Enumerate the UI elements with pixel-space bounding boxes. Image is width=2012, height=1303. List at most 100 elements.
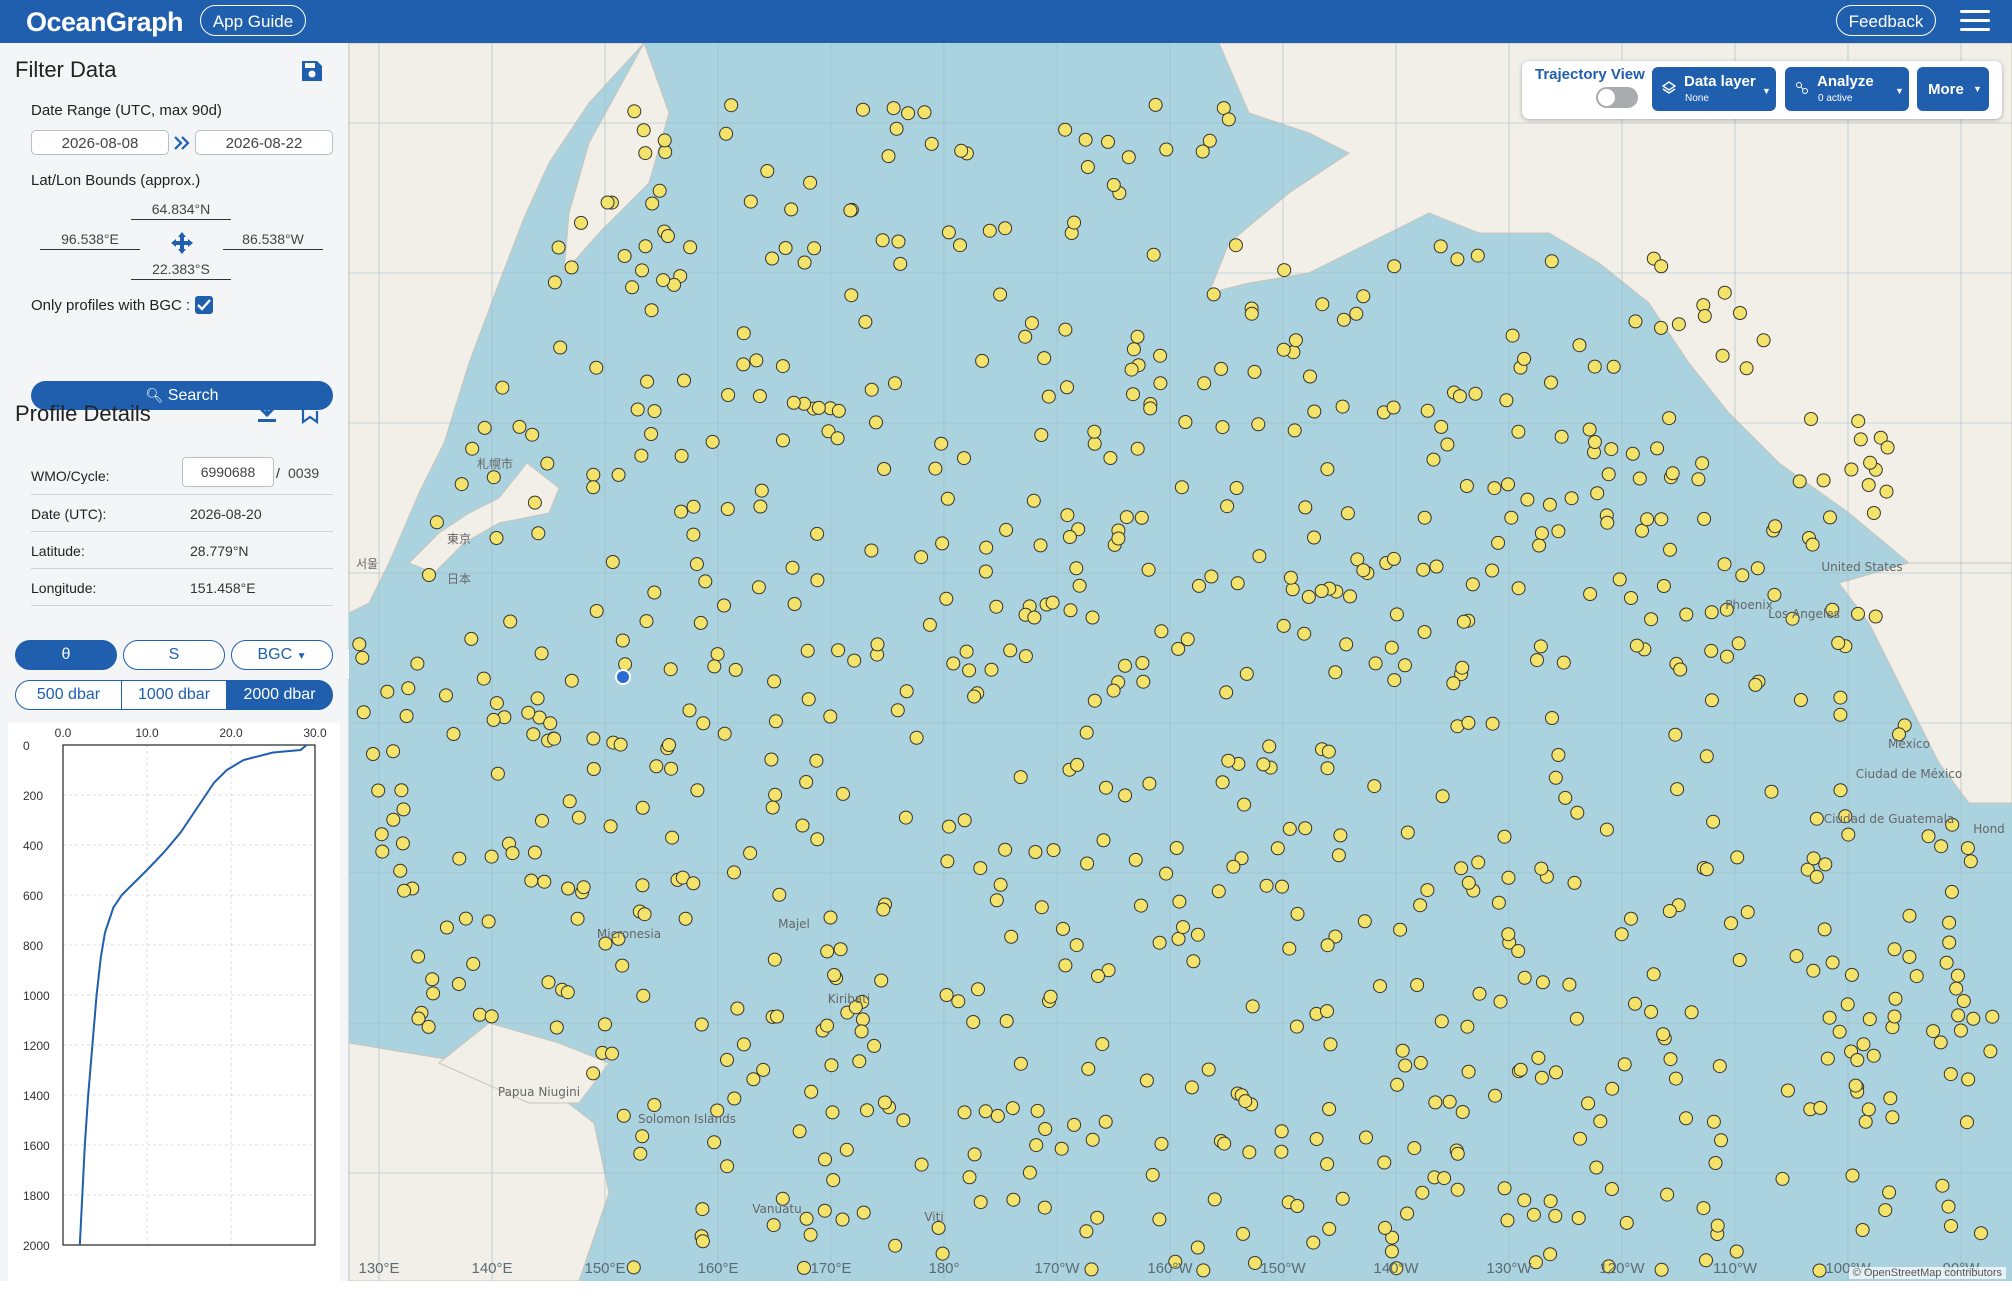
float-marker[interactable] [1822,1010,1837,1025]
float-marker[interactable] [1556,655,1571,670]
float-marker[interactable] [421,1019,436,1034]
float-marker[interactable] [1413,898,1428,913]
float-marker[interactable] [998,221,1013,236]
bgc-only-checkbox[interactable] [195,296,213,314]
float-marker[interactable] [1417,625,1432,639]
float-marker[interactable] [1851,606,1865,621]
float-marker[interactable] [1152,935,1167,950]
float-marker[interactable] [1951,1008,1966,1023]
float-marker[interactable] [375,844,390,859]
float-marker[interactable] [858,314,873,329]
float-marker[interactable] [784,202,799,217]
float-marker[interactable] [835,1212,850,1227]
float-marker[interactable] [768,714,783,729]
float-marker[interactable] [1058,958,1073,973]
float-marker[interactable] [1124,362,1139,377]
float-marker[interactable] [1228,238,1243,253]
float-marker[interactable] [393,863,408,878]
float-marker[interactable] [1085,610,1100,625]
float-marker[interactable] [1219,685,1234,700]
float-marker[interactable] [1902,908,1917,923]
float-marker[interactable] [1356,289,1371,304]
float-marker[interactable] [971,982,985,997]
float-marker[interactable] [720,1159,735,1174]
float-marker[interactable] [1407,1141,1422,1156]
float-marker[interactable] [1320,938,1335,953]
float-marker[interactable] [999,1014,1014,1028]
float-marker[interactable] [826,1173,841,1188]
float-marker[interactable] [1564,491,1579,506]
float-marker[interactable] [1654,259,1669,274]
float-marker[interactable] [537,874,552,889]
float-marker[interactable] [1697,309,1712,323]
float-marker[interactable] [809,753,824,768]
float-marker[interactable] [1274,1144,1289,1159]
float-marker[interactable] [817,1203,832,1218]
float-marker[interactable] [1446,676,1461,691]
float-marker[interactable] [775,359,790,374]
float-marker[interactable] [941,225,956,240]
float-marker[interactable] [665,830,680,845]
float-marker[interactable] [1320,462,1335,477]
float-marker[interactable] [935,536,950,551]
float-marker[interactable] [1256,757,1271,772]
data-layer-dropdown[interactable]: Data layer None ▼ [1652,67,1776,111]
float-marker[interactable] [1733,306,1747,320]
float-marker[interactable] [640,374,655,389]
float-marker[interactable] [1756,333,1771,348]
float-marker[interactable] [1309,1132,1324,1146]
float-marker[interactable] [717,726,732,741]
float-marker[interactable] [1863,455,1878,470]
float-marker[interactable] [1126,342,1141,357]
float-marker[interactable] [1006,1192,1021,1207]
float-marker[interactable] [1413,1055,1428,1070]
float-marker[interactable] [543,716,558,731]
float-marker[interactable] [371,783,386,798]
float-marker[interactable] [914,1157,929,1172]
float-marker[interactable] [1551,524,1566,539]
float-marker[interactable] [810,573,825,588]
float-marker[interactable] [1554,429,1569,444]
float-marker[interactable] [1126,387,1140,402]
float-marker[interactable] [598,1017,612,1032]
float-marker[interactable] [1159,866,1174,881]
float-marker[interactable] [644,303,659,318]
float-marker[interactable] [540,456,555,471]
float-marker[interactable] [564,673,579,688]
float-marker[interactable] [586,480,601,495]
float-marker[interactable] [652,183,667,198]
float-marker[interactable] [1956,994,1971,1008]
float-marker[interactable] [743,846,758,861]
float-marker[interactable] [524,873,539,888]
variable-theta-button[interactable]: θ [15,640,117,670]
move-arrows-icon[interactable] [170,231,194,255]
float-marker[interactable] [989,893,1004,908]
float-marker[interactable] [1323,1037,1338,1052]
float-marker[interactable] [1944,1219,1958,1233]
float-marker[interactable] [1135,656,1150,670]
float-marker[interactable] [638,239,653,254]
float-marker[interactable] [1567,875,1582,890]
float-marker[interactable] [1274,1124,1289,1139]
float-marker[interactable] [1434,1014,1449,1029]
float-marker[interactable] [1357,914,1372,929]
float-marker[interactable] [982,223,997,238]
float-marker[interactable] [825,1105,840,1120]
float-marker[interactable] [1139,1073,1154,1088]
float-marker[interactable] [1599,822,1614,837]
float-marker[interactable] [1740,905,1755,920]
float-marker[interactable] [1545,711,1559,725]
float-marker[interactable] [1600,515,1615,530]
float-marker[interactable] [1045,595,1060,610]
float-marker[interactable] [698,574,713,589]
float-marker[interactable] [717,598,731,613]
float-marker[interactable] [686,876,701,891]
float-marker[interactable] [1841,827,1856,842]
float-marker[interactable] [1497,1181,1512,1196]
float-marker[interactable] [1386,400,1401,415]
float-marker[interactable] [1247,364,1262,379]
float-marker[interactable] [611,467,626,482]
float-marker[interactable] [1298,500,1313,515]
float-marker[interactable] [1520,492,1535,507]
float-marker[interactable] [1146,247,1161,262]
